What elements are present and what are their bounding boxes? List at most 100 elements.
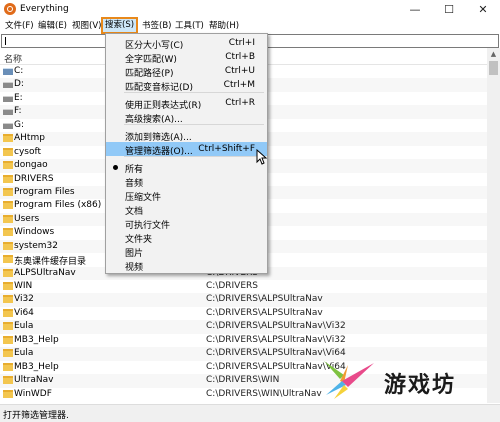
item-name: F: <box>14 106 22 117</box>
menu-item-shortcut: Ctrl+B <box>225 52 255 62</box>
folder-icon <box>3 362 13 371</box>
menu-item-label: 匹配变音标记(D) <box>125 83 193 93</box>
menu-tools[interactable]: 工具(T) <box>173 20 206 33</box>
menu-view[interactable]: 视图(V) <box>70 20 103 33</box>
folder-icon <box>3 214 13 223</box>
item-path: C:\DRIVERS\ALPSUltraNav\Vi32 <box>206 321 346 332</box>
item-name: G: <box>14 119 25 130</box>
menu-item-shortcut: Ctrl+Shift+F <box>198 144 255 154</box>
item-name: Eula <box>14 348 34 359</box>
item-name: WIN <box>14 281 33 291</box>
radio-bullet-icon <box>113 165 118 170</box>
item-name: C: <box>14 66 24 76</box>
menu-item-organize-filters[interactable]: 管理筛选器(O)... Ctrl+Shift+F <box>106 142 267 157</box>
item-path: C:\DRIVERS <box>206 281 258 291</box>
list-item[interactable]: WIN C:\DRIVERS <box>0 280 487 293</box>
menu-help[interactable]: 帮助(H) <box>207 20 241 33</box>
item-name: 东奥课件缓存目录 <box>14 257 87 268</box>
drive-icon <box>3 122 13 129</box>
folder-icon <box>3 349 13 358</box>
list-item[interactable]: Eula C:\DRIVERS\ALPSUltraNav\Vi32 <box>0 320 487 334</box>
everything-logo-icon <box>4 3 16 15</box>
item-path: C:\DRIVERS\ALPSUltraNav <box>206 307 323 318</box>
menu-bar: 文件(F) 编辑(E) 视图(V) 搜索(S) 书签(B) 工具(T) 帮助(H… <box>0 17 500 34</box>
folder-icon <box>3 134 13 143</box>
item-name: MB3_Help <box>14 361 59 372</box>
menu-item-match-case[interactable]: 区分大小写(C) Ctrl+I <box>106 36 267 51</box>
menu-item-match-whole-word[interactable]: 全字匹配(W) Ctrl+B <box>106 50 267 65</box>
menu-edit[interactable]: 编辑(E) <box>36 20 69 33</box>
item-path: C:\DRIVERS\ALPSUltraNav\Vi32 <box>206 334 346 345</box>
watermark-text: 游戏坊 <box>384 373 457 398</box>
list-item[interactable]: Vi32 C:\DRIVERS\ALPSUltraNav <box>0 293 487 307</box>
menu-item-shortcut: Ctrl+I <box>228 38 255 48</box>
menu-item-filter-everything[interactable]: 所有 <box>106 160 267 175</box>
item-path: C:\DRIVERS\WIN <box>206 375 280 386</box>
folder-icon <box>3 322 13 331</box>
minimize-button[interactable]: — <box>398 0 432 19</box>
folder-icon <box>3 308 13 317</box>
search-menu-dropdown: 区分大小写(C) Ctrl+I 全字匹配(W) Ctrl+B 匹配路径(P) Ctrl+U… <box>105 33 268 274</box>
list-item[interactable]: Vi64 C:\DRIVERS\ALPSUltraNav <box>0 307 487 320</box>
menu-item-label: 管理筛选器(O)... <box>125 147 193 157</box>
item-name: ALPSUltraNav <box>14 267 76 278</box>
status-text: 打开筛选管理器. <box>3 411 69 421</box>
menu-item-filter-compressed[interactable]: 压缩文件 <box>106 188 267 203</box>
menu-item-filter-audio[interactable]: 音频 <box>106 174 267 189</box>
menu-item-shortcut: Ctrl+M <box>223 80 255 90</box>
vertical-scrollbar[interactable]: ▲ <box>487 48 500 403</box>
menu-item-match-diacritics[interactable]: 匹配变音标记(D) Ctrl+M <box>106 78 267 93</box>
item-name: Windows <box>14 227 55 238</box>
drive-icon <box>3 109 13 116</box>
item-name: MB3_Help <box>14 334 59 345</box>
menu-search[interactable]: 搜索(S) <box>101 17 139 34</box>
menu-item-filter-folder[interactable]: 文件夹 <box>106 230 267 245</box>
maximize-button[interactable]: ☐ <box>432 0 466 19</box>
item-name: WinWDF <box>14 388 52 399</box>
item-name: DRIVERS <box>14 173 54 184</box>
watermark-logo-icon <box>324 361 374 399</box>
item-name: UltraNav <box>14 375 54 386</box>
menu-item-filter-executable[interactable]: 可执行文件 <box>106 216 267 231</box>
scrollbar-thumb[interactable] <box>489 61 498 75</box>
drive-icon <box>3 95 13 102</box>
item-name: Eula <box>14 321 34 332</box>
menu-item-filter-picture[interactable]: 图片 <box>106 244 267 259</box>
menu-item-filter-video[interactable]: 视频 <box>106 258 267 273</box>
menu-item-advanced-search[interactable]: 高级搜索(A)... <box>106 110 267 125</box>
column-name-header[interactable]: 名称 <box>4 52 22 65</box>
list-item[interactable]: MB3_Help C:\DRIVERS\ALPSUltraNav\Vi32 <box>0 334 487 347</box>
menu-item-shortcut: Ctrl+R <box>225 98 255 108</box>
menu-file[interactable]: 文件(F) <box>3 20 36 33</box>
folder-icon <box>3 228 13 237</box>
title-bar: Everything — ☐ ✕ <box>0 0 500 19</box>
drive-system-icon <box>3 68 13 75</box>
item-path: C:\DRIVERS\WIN\UltraNav <box>206 388 322 399</box>
menu-bookmarks[interactable]: 书签(B) <box>140 20 173 33</box>
folder-icon <box>3 295 13 304</box>
folder-icon <box>3 282 13 290</box>
folder-icon <box>3 187 13 196</box>
folder-icon <box>3 335 13 344</box>
folder-icon <box>3 161 13 170</box>
menu-item-add-to-filters[interactable]: 添加到筛选(A)... <box>106 128 267 143</box>
folder-icon <box>3 268 13 277</box>
menu-item-use-regex[interactable]: 使用正则表达式(R) Ctrl+R <box>106 96 267 111</box>
item-name: cysoft <box>14 146 42 157</box>
close-button[interactable]: ✕ <box>466 0 500 19</box>
item-name: Vi64 <box>14 307 34 318</box>
item-name: D: <box>14 79 24 90</box>
item-name: E: <box>14 92 23 103</box>
folder-icon <box>3 201 13 210</box>
scroll-up-arrow-icon[interactable]: ▲ <box>487 48 500 60</box>
item-path: C:\DRIVERS\ALPSUltraNav <box>206 294 323 305</box>
window-title: Everything <box>20 4 69 14</box>
folder-icon <box>3 389 13 398</box>
menu-item-match-path[interactable]: 匹配路径(P) Ctrl+U <box>106 64 267 79</box>
item-name: system32 <box>14 240 58 251</box>
folder-icon <box>3 241 13 250</box>
menu-item-shortcut: Ctrl+U <box>224 66 255 76</box>
watermark: 游戏坊 <box>318 355 496 403</box>
menu-item-filter-document[interactable]: 文档 <box>106 202 267 217</box>
item-name: dongao <box>14 160 48 171</box>
